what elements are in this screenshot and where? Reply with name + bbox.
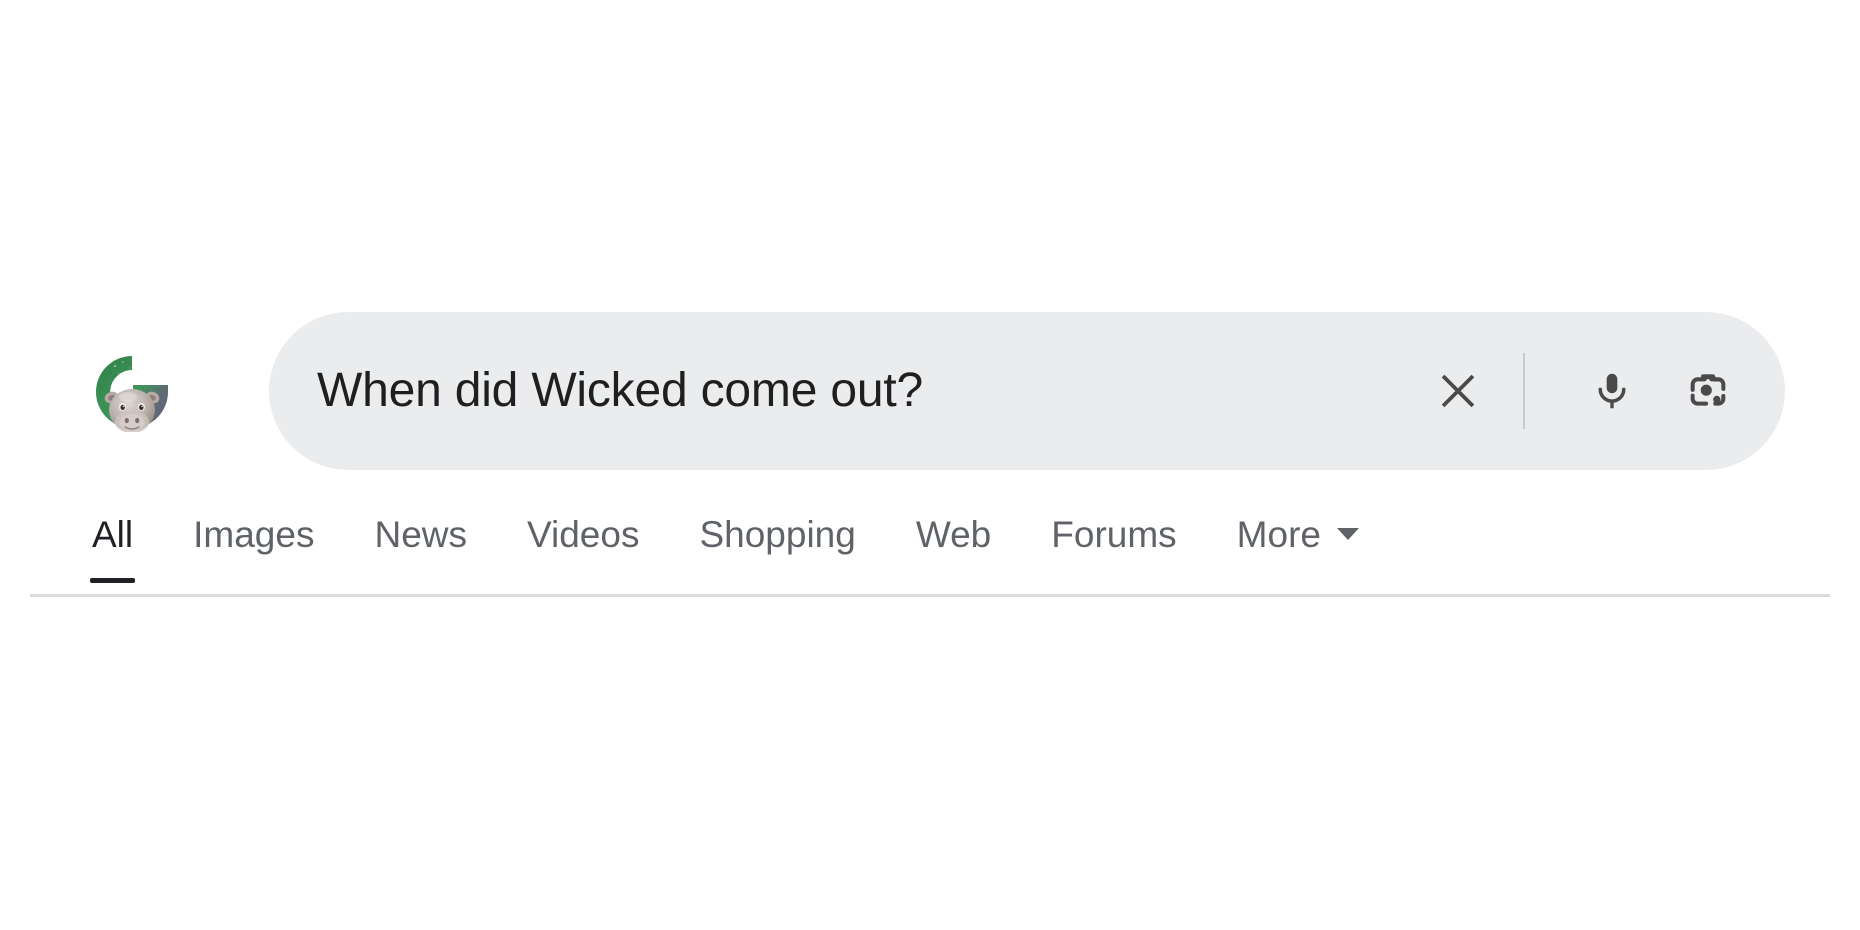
tab-shopping[interactable]: Shopping xyxy=(699,497,855,571)
search-filter-tabs: All Images News Videos Shopping Web Foru… xyxy=(0,497,1860,597)
tab-images[interactable]: Images xyxy=(193,497,314,571)
search-results-page: When did Wicked come out? All Images New… xyxy=(0,0,1860,930)
tab-forums-label: Forums xyxy=(1051,513,1177,555)
tab-more[interactable]: More xyxy=(1237,497,1359,571)
tab-forums[interactable]: Forums xyxy=(1051,497,1176,571)
search-query-text: When did Wicked come out? xyxy=(317,367,923,415)
tab-news[interactable]: News xyxy=(374,497,467,571)
tab-images-label: Images xyxy=(193,513,315,555)
search-box[interactable]: When did Wicked come out? xyxy=(269,312,1785,470)
search-input[interactable]: When did Wicked come out? xyxy=(269,312,1421,470)
google-g-hippo-icon xyxy=(96,356,168,432)
tab-web[interactable]: Web xyxy=(916,497,991,571)
tab-more-label: More xyxy=(1236,513,1321,555)
google-doodle-logo[interactable] xyxy=(92,352,172,432)
search-results-container xyxy=(0,600,1860,930)
tab-all-label: All xyxy=(92,513,134,555)
search-actions-divider xyxy=(1523,353,1525,429)
voice-search-button[interactable] xyxy=(1575,354,1649,428)
tab-videos[interactable]: Videos xyxy=(527,497,639,571)
tab-news-label: News xyxy=(374,513,467,555)
search-actions xyxy=(1421,312,1785,470)
search-header: When did Wicked come out? All Images New… xyxy=(0,0,1860,597)
google-lens-camera-icon xyxy=(1690,374,1726,406)
tab-web-label: Web xyxy=(915,513,992,555)
tab-shopping-label: Shopping xyxy=(699,513,856,555)
chevron-down-icon xyxy=(1336,528,1359,540)
close-icon xyxy=(1441,374,1475,408)
tab-all[interactable]: All xyxy=(90,497,136,583)
microphone-icon xyxy=(1598,373,1626,409)
tab-active-underline xyxy=(90,578,136,583)
clear-search-button[interactable] xyxy=(1421,354,1495,428)
header-divider xyxy=(30,594,1830,597)
lens-search-button[interactable] xyxy=(1671,354,1745,428)
tab-videos-label: Videos xyxy=(527,513,640,555)
